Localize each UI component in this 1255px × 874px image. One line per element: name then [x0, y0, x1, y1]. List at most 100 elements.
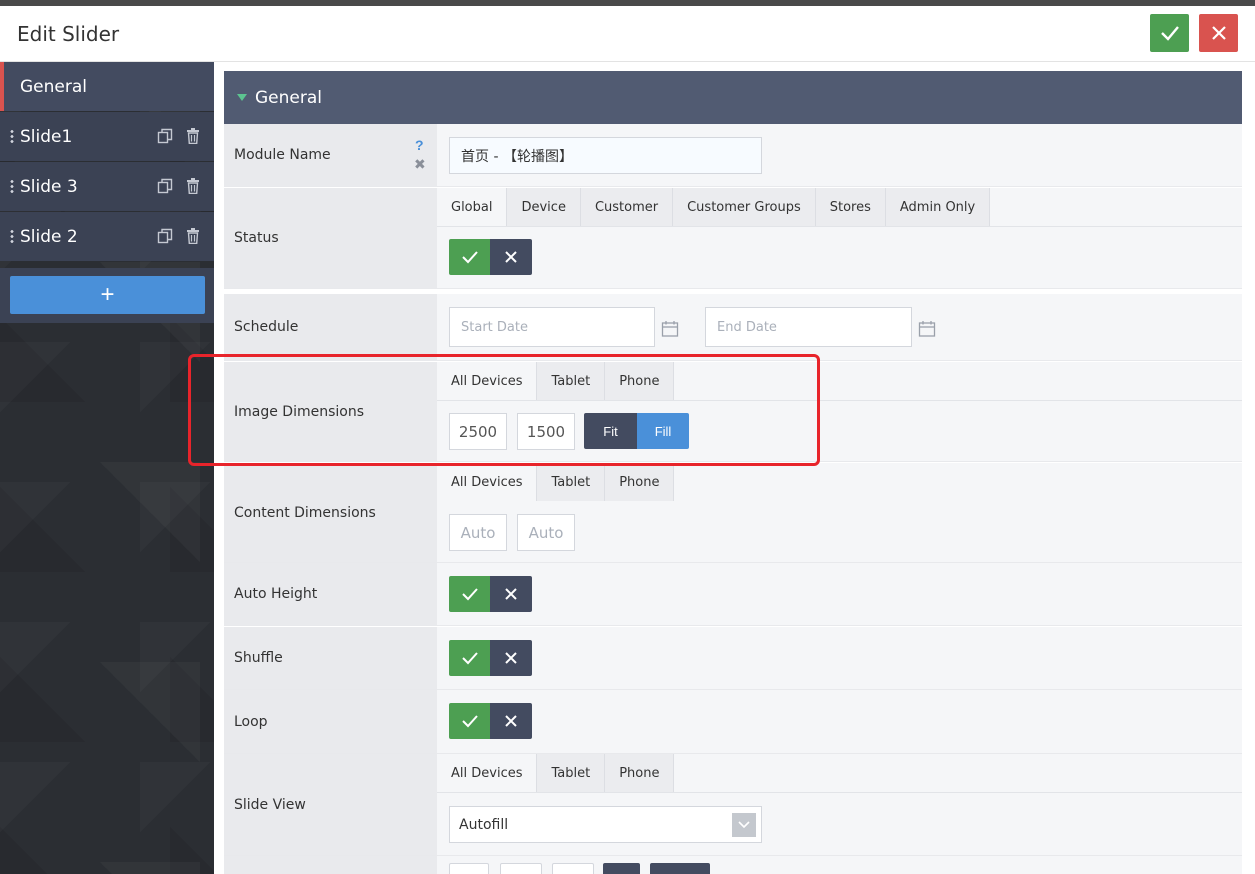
- tab-phone[interactable]: Phone: [605, 463, 675, 501]
- add-slide-button[interactable]: +: [10, 276, 205, 314]
- close-icon: [505, 251, 517, 263]
- close-icon: [505, 715, 517, 727]
- tab-all-devices[interactable]: All Devices: [437, 463, 538, 501]
- tab-tablet[interactable]: Tablet: [537, 362, 606, 400]
- tab-tablet[interactable]: Tablet: [537, 754, 606, 792]
- copy-icon[interactable]: [156, 227, 174, 245]
- calendar-icon[interactable]: [918, 320, 936, 338]
- toolbar-button[interactable]: [500, 863, 542, 874]
- image-width-input[interactable]: 2500: [449, 413, 507, 450]
- check-icon: [461, 251, 478, 264]
- tab-global[interactable]: Global: [437, 188, 508, 226]
- image-height-input[interactable]: 1500: [517, 413, 575, 450]
- row-schedule: Schedule Start Date End Date: [224, 294, 1242, 361]
- field-label: Content Dimensions: [224, 463, 437, 562]
- section-header-general[interactable]: General: [224, 71, 1242, 124]
- tab-all-devices[interactable]: All Devices: [437, 754, 538, 792]
- close-icon: [1211, 26, 1226, 40]
- sidebar: General Slide1 Slide 3 Slide 2 +: [0, 62, 214, 874]
- copy-icon[interactable]: [156, 177, 174, 195]
- content-height-input[interactable]: Auto: [517, 514, 575, 551]
- tab-customer-groups[interactable]: Customer Groups: [673, 188, 816, 226]
- drag-handle-icon[interactable]: [10, 228, 14, 245]
- toggle-off-button[interactable]: [490, 239, 532, 275]
- select-value: Autofill: [459, 816, 509, 833]
- toggle-on-button[interactable]: [449, 703, 490, 739]
- reset-icon[interactable]: ✖: [414, 156, 426, 173]
- chevron-down-icon: [732, 813, 756, 837]
- row-auto-height: Auto Height: [224, 563, 1242, 626]
- toggle-off-button[interactable]: [490, 640, 532, 676]
- drag-handle-icon[interactable]: [10, 178, 14, 195]
- caret-down-icon: [237, 94, 247, 101]
- check-icon: [461, 652, 478, 665]
- tab-all-devices[interactable]: All Devices: [437, 362, 538, 400]
- auto-height-toggle: [449, 576, 532, 612]
- slide-view-select[interactable]: Autofill: [449, 806, 762, 843]
- tab-admin-only[interactable]: Admin Only: [885, 188, 991, 226]
- tab-customer[interactable]: Customer: [580, 188, 674, 226]
- save-button[interactable]: [1150, 14, 1189, 52]
- tab-tablet[interactable]: Tablet: [537, 463, 606, 501]
- close-icon: [505, 588, 517, 600]
- sidebar-item-slide1[interactable]: Slide1: [0, 112, 214, 161]
- close-button[interactable]: [1199, 14, 1238, 52]
- field-label: Schedule: [224, 294, 437, 360]
- sidebar-item-label: Slide 3: [20, 176, 78, 197]
- trash-icon[interactable]: [184, 227, 202, 245]
- row-next-partial: [224, 856, 1242, 874]
- toolbar-button[interactable]: [603, 863, 640, 874]
- toolbar-button[interactable]: [449, 863, 489, 874]
- device-tabs: All Devices Tablet Phone: [437, 463, 675, 501]
- field-label: Shuffle: [224, 627, 437, 689]
- plus-icon: +: [100, 281, 115, 308]
- tab-phone[interactable]: Phone: [605, 754, 675, 792]
- fit-button[interactable]: Fit: [584, 413, 637, 449]
- drag-handle-icon[interactable]: [10, 128, 14, 145]
- row-status: Status Global Device Customer Customer G…: [224, 188, 1242, 289]
- sidebar-item-slide2[interactable]: Slide 2: [0, 212, 214, 261]
- tab-phone[interactable]: Phone: [605, 362, 675, 400]
- content-width-input[interactable]: Auto: [449, 514, 507, 551]
- calendar-icon[interactable]: [661, 320, 679, 338]
- row-image-dimensions: Image Dimensions All Devices Tablet Phon…: [224, 362, 1242, 462]
- main-panel: General Module Name ? ✖ 首页 - 【轮播图】 Statu…: [214, 62, 1255, 874]
- check-icon: [1160, 26, 1179, 41]
- trash-icon[interactable]: [184, 127, 202, 145]
- tab-stores[interactable]: Stores: [815, 188, 886, 226]
- check-icon: [461, 715, 478, 728]
- help-icon[interactable]: ?: [415, 137, 424, 153]
- fill-button[interactable]: Fill: [637, 413, 689, 449]
- check-icon: [461, 588, 478, 601]
- toggle-off-button[interactable]: [490, 576, 532, 612]
- toolbar-button[interactable]: [650, 863, 710, 874]
- toggle-off-button[interactable]: [490, 703, 532, 739]
- device-tabs: All Devices Tablet Phone: [437, 754, 675, 792]
- field-label: Image Dimensions: [224, 362, 437, 461]
- trash-icon[interactable]: [184, 177, 202, 195]
- fit-fill-toggle: Fit Fill: [584, 413, 689, 449]
- toggle-on-button[interactable]: [449, 576, 490, 612]
- module-name-input[interactable]: 首页 - 【轮播图】: [449, 137, 762, 174]
- sidebar-item-label: Slide 2: [20, 226, 78, 247]
- toggle-on-button[interactable]: [449, 640, 490, 676]
- toggle-on-button[interactable]: [449, 239, 490, 275]
- modal-title: Edit Slider: [17, 22, 120, 46]
- row-shuffle: Shuffle: [224, 627, 1242, 690]
- sidebar-add-area: +: [0, 268, 214, 323]
- edit-slider-modal: Edit Slider General Slide1 Slide 3 Slide…: [0, 6, 1255, 874]
- sidebar-item-general[interactable]: General: [0, 62, 214, 111]
- status-tabs: Global Device Customer Customer Groups S…: [437, 188, 991, 226]
- sidebar-item-label: General: [20, 76, 87, 97]
- tab-device[interactable]: Device: [507, 188, 581, 226]
- copy-icon[interactable]: [156, 127, 174, 145]
- sidebar-item-slide3[interactable]: Slide 3: [0, 162, 214, 211]
- sidebar-item-label: Slide1: [20, 126, 73, 147]
- status-toggle: [449, 239, 532, 275]
- toolbar-button[interactable]: [552, 863, 594, 874]
- field-label: Module Name: [224, 124, 437, 186]
- start-date-input[interactable]: Start Date: [449, 307, 655, 347]
- device-tabs: All Devices Tablet Phone: [437, 362, 675, 400]
- end-date-input[interactable]: End Date: [705, 307, 912, 347]
- row-module-name: Module Name ? ✖ 首页 - 【轮播图】: [224, 124, 1242, 187]
